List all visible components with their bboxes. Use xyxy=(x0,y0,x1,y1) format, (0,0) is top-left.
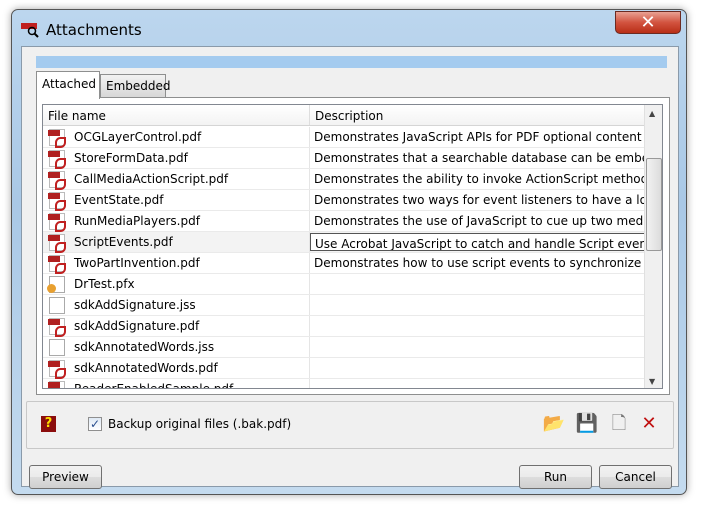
file-name: TwoPartInvention.pdf xyxy=(74,256,200,270)
file-name-cell[interactable]: sdkAnnotatedWords.pdf xyxy=(43,358,310,379)
description-cell[interactable] xyxy=(310,358,660,378)
column-description[interactable]: Description xyxy=(310,105,388,125)
pdf-file-icon xyxy=(48,359,66,379)
file-name-cell[interactable]: sdkAddSignature.jss xyxy=(43,295,310,315)
vertical-scrollbar[interactable]: ▲ ▼ xyxy=(644,105,662,388)
file-name-cell[interactable]: TwoPartInvention.pdf xyxy=(43,253,310,274)
file-name-cell[interactable]: EventState.pdf xyxy=(43,190,310,211)
description-cell[interactable] xyxy=(310,274,660,294)
list-item[interactable]: OCGLayerControl.pdf Demonstrates JavaScri… xyxy=(43,127,660,148)
help-icon[interactable]: ? xyxy=(41,416,56,432)
close-button[interactable]: ✕ xyxy=(615,11,681,34)
cancel-button[interactable]: Cancel xyxy=(599,465,672,489)
column-file-name[interactable]: File name xyxy=(43,105,310,125)
list-item[interactable]: EventState.pdf Demonstrates two ways for … xyxy=(43,190,660,211)
list-item[interactable]: sdkAddSignature.pdf xyxy=(43,316,660,337)
description-cell[interactable] xyxy=(310,379,660,388)
file-name: CallMediaActionScript.pdf xyxy=(74,172,229,186)
scroll-thumb[interactable] xyxy=(646,158,662,251)
file-name-cell[interactable]: sdkAddSignature.pdf xyxy=(43,316,310,337)
list-item[interactable]: CallMediaActionScript.pdf Demonstrates th… xyxy=(43,169,660,190)
pdf-search-icon xyxy=(21,23,39,38)
description-cell[interactable]: Demonstrates that a searchable database … xyxy=(310,148,660,168)
file-name-cell[interactable]: DrTest.pfx xyxy=(43,274,310,294)
pdf-file-icon xyxy=(48,128,66,148)
open-folder-icon[interactable]: 📂 xyxy=(542,412,566,436)
backup-label[interactable]: Backup original files (.bak.pdf) xyxy=(108,417,291,431)
window-title: Attachments xyxy=(46,21,142,39)
pdf-file-icon xyxy=(48,254,66,274)
scroll-down-icon[interactable]: ▼ xyxy=(649,377,655,386)
list-header: File name Description xyxy=(43,105,660,126)
description-cell[interactable]: Demonstrates how to use script events to… xyxy=(310,253,660,273)
file-name-cell[interactable]: ReaderEnabledSample.pdf xyxy=(43,379,310,389)
pdf-file-icon xyxy=(48,149,66,169)
save-attachment-icon[interactable]: 💾 xyxy=(575,412,599,436)
scroll-up-icon[interactable]: ▲ xyxy=(649,109,655,118)
list-rows: OCGLayerControl.pdf Demonstrates JavaScri… xyxy=(43,127,660,389)
pdf-file-icon xyxy=(48,170,66,190)
tab-panel: File name Description OCGLayerControl.pd… xyxy=(36,97,670,395)
list-item[interactable]: DrTest.pfx xyxy=(43,274,660,295)
description-cell[interactable] xyxy=(310,337,660,357)
tab-embedded[interactable]: Embedded xyxy=(100,74,171,98)
file-name: RunMediaPlayers.pdf xyxy=(74,214,200,228)
description-cell[interactable]: Demonstrates JavaScript APIs for PDF opt… xyxy=(310,127,660,147)
file-name: sdkAnnotatedWords.jss xyxy=(74,340,215,354)
description-cell[interactable]: Demonstrates the ability to invoke Actio… xyxy=(310,169,660,189)
header-strip xyxy=(36,56,667,68)
file-name: ScriptEvents.pdf xyxy=(74,235,173,249)
preview-button[interactable]: Preview xyxy=(29,465,102,489)
file-name: OCGLayerControl.pdf xyxy=(74,130,202,144)
description-cell[interactable] xyxy=(310,316,660,336)
run-button[interactable]: Run xyxy=(519,465,592,489)
file-name-cell[interactable]: CallMediaActionScript.pdf xyxy=(43,169,310,190)
backup-checkbox[interactable]: ✓ xyxy=(88,417,102,431)
list-item[interactable]: ScriptEvents.pdf Use Acrobat JavaScript t… xyxy=(43,232,660,253)
description-input[interactable]: Use Acrobat JavaScript to catch and hand… xyxy=(310,233,660,251)
list-item[interactable]: RunMediaPlayers.pdf Demonstrates the use … xyxy=(43,211,660,232)
list-item[interactable]: TwoPartInvention.pdf Demonstrates how to … xyxy=(43,253,660,274)
pdf-file-icon xyxy=(48,191,66,211)
list-item[interactable]: sdkAnnotatedWords.jss xyxy=(43,337,660,358)
file-name: sdkAnnotatedWords.pdf xyxy=(74,361,218,375)
file-name: ReaderEnabledSample.pdf xyxy=(74,382,234,389)
file-name-cell[interactable]: sdkAnnotatedWords.jss xyxy=(43,337,310,357)
tab-attached[interactable]: Attached xyxy=(36,71,100,99)
file-name: DrTest.pfx xyxy=(74,277,135,291)
js-file-icon xyxy=(49,296,65,314)
pdf-file-icon xyxy=(48,233,66,253)
file-name: StoreFormData.pdf xyxy=(74,151,188,165)
description-cell[interactable] xyxy=(310,295,660,315)
pdf-file-icon xyxy=(48,212,66,232)
file-name: EventState.pdf xyxy=(74,193,164,207)
file-name-cell[interactable]: OCGLayerControl.pdf xyxy=(43,127,310,148)
pdf-file-icon xyxy=(48,317,66,337)
list-item[interactable]: sdkAddSignature.jss xyxy=(43,295,660,316)
file-name-cell[interactable]: StoreFormData.pdf xyxy=(43,148,310,169)
new-file-icon[interactable]: 🗋 xyxy=(607,412,631,436)
description-cell[interactable]: Demonstrates the use of JavaScript to cu… xyxy=(310,211,660,231)
file-name-cell[interactable]: RunMediaPlayers.pdf xyxy=(43,211,310,232)
pfx-file-icon xyxy=(47,275,65,293)
dialog-body: Attached Embedded File name Description … xyxy=(21,46,679,489)
options-group: ? ✓ Backup original files (.bak.pdf) 📂 💾… xyxy=(26,401,674,449)
delete-icon[interactable]: ✕ xyxy=(637,412,661,436)
list-item[interactable]: sdkAnnotatedWords.pdf xyxy=(43,358,660,379)
list-item[interactable]: ReaderEnabledSample.pdf xyxy=(43,379,660,389)
pdf-file-icon xyxy=(48,380,65,388)
attachments-window: Attachments ✕ Attached Embedded File nam… xyxy=(11,9,687,495)
attachments-list[interactable]: File name Description OCGLayerControl.pd… xyxy=(42,104,663,389)
list-item[interactable]: StoreFormData.pdf Demonstrates that a sea… xyxy=(43,148,660,169)
file-name: sdkAddSignature.jss xyxy=(74,298,196,312)
description-cell[interactable]: Demonstrates two ways for event listener… xyxy=(310,190,660,210)
file-name-cell[interactable]: ScriptEvents.pdf xyxy=(43,232,310,253)
file-name: sdkAddSignature.pdf xyxy=(74,319,200,333)
js-file-icon xyxy=(49,338,65,356)
